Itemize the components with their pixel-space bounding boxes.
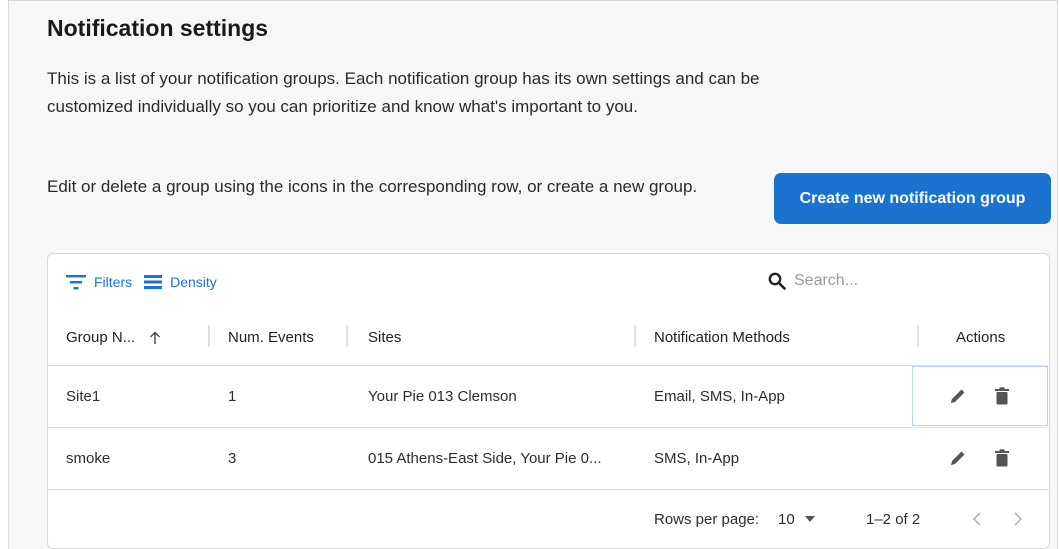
rows-per-page-select[interactable]: 10 (778, 489, 815, 549)
rows-per-page-value: 10 (778, 510, 795, 528)
table-row[interactable]: smoke 3 015 Athens-East Side, Your Pie 0… (48, 428, 1049, 490)
cell-group-name: smoke (66, 450, 111, 467)
column-label-notification-methods: Notification Methods (654, 329, 790, 346)
cell-num-events: 3 (228, 450, 237, 467)
density-label: Density (170, 274, 217, 290)
cell-sites: Your Pie 013 Clemson (368, 388, 517, 405)
notification-groups-table: Filters Density Search... Group N... Num… (47, 253, 1050, 549)
arrow-up-icon[interactable] (149, 331, 161, 345)
column-header-group-name[interactable]: Group N... (66, 310, 161, 365)
column-label-group-name: Group N... (66, 329, 136, 346)
table-header: Group N... Num. Events Sites Notificatio… (48, 310, 1049, 366)
column-separator[interactable] (634, 325, 636, 347)
cell-sites: 015 Athens-East Side, Your Pie 0... (368, 450, 602, 467)
table-row[interactable]: Site1 1 Your Pie 013 Clemson Email, SMS,… (48, 366, 1049, 428)
column-separator[interactable] (208, 325, 210, 347)
page-description: This is a list of your notification grou… (47, 69, 760, 116)
delete-button[interactable] (988, 444, 1016, 472)
chevron-left-icon (972, 512, 981, 526)
previous-page-button[interactable] (972, 489, 982, 549)
column-separator[interactable] (917, 325, 919, 347)
chevron-right-icon (1014, 512, 1023, 526)
column-separator[interactable] (346, 325, 348, 347)
search-icon (768, 272, 786, 290)
search-placeholder: Search... (794, 272, 859, 289)
pagination-range: 1–2 of 2 (866, 510, 921, 528)
table-pagination: Rows per page: 10 1–2 of 2 (48, 489, 1049, 549)
rows-per-page-label: Rows per page: (654, 510, 760, 528)
pencil-icon (951, 451, 965, 465)
delete-button[interactable] (988, 382, 1016, 410)
trash-icon (995, 449, 1009, 467)
column-label-num-events: Num. Events (228, 329, 314, 346)
create-notification-group-button[interactable]: Create new notification group (774, 173, 1051, 224)
pencil-icon (951, 389, 965, 403)
edit-button[interactable] (944, 382, 972, 410)
column-label-sites: Sites (368, 329, 402, 346)
next-page-button[interactable] (1013, 489, 1023, 549)
cell-notification-methods: SMS, In-App (654, 450, 740, 467)
cell-actions (912, 366, 1048, 426)
cell-group-name: Site1 (66, 388, 101, 405)
caret-down-icon (804, 516, 815, 522)
page-frame: Notification settings This is a list of … (8, 0, 1058, 549)
table-toolbar: Filters Density (66, 274, 229, 290)
page-title: Notification settings (47, 15, 269, 41)
filters-button[interactable]: Filters (66, 274, 132, 290)
edit-button[interactable] (944, 444, 972, 472)
column-header-sites[interactable]: Sites (368, 310, 401, 365)
column-header-notification-methods[interactable]: Notification Methods (654, 310, 790, 365)
column-label-actions: Actions (956, 329, 1006, 346)
density-icon (144, 275, 163, 289)
filters-label: Filters (94, 274, 133, 290)
filter-icon (66, 275, 86, 290)
search-input[interactable]: Search... (768, 268, 1038, 294)
cell-actions (912, 428, 1048, 488)
page-instructions: Edit or delete a group using the icons i… (47, 177, 698, 196)
cell-num-events: 1 (228, 388, 237, 405)
trash-icon (995, 387, 1009, 405)
cell-notification-methods: Email, SMS, In-App (654, 388, 785, 405)
column-header-actions: Actions (956, 310, 1005, 365)
column-header-num-events[interactable]: Num. Events (228, 310, 314, 365)
density-button[interactable]: Density (144, 274, 217, 290)
